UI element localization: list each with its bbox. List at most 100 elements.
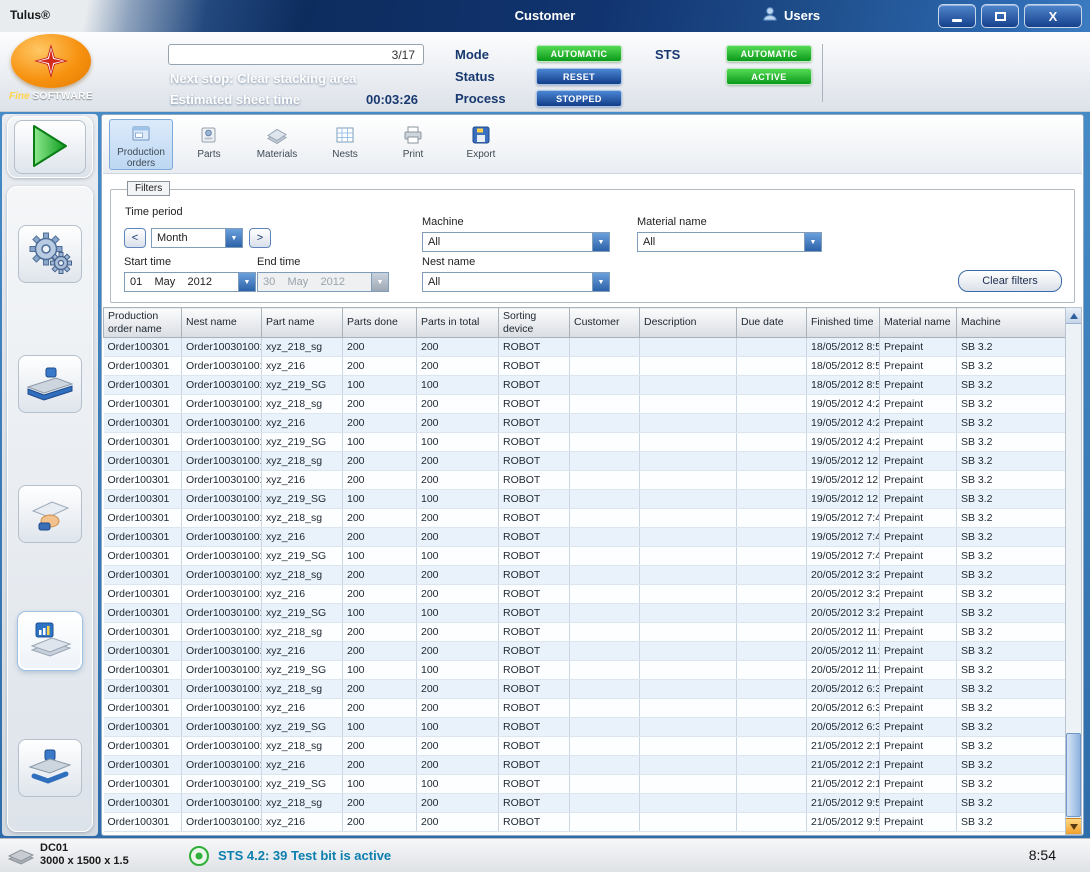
scroll-down-button[interactable]: [1066, 818, 1081, 834]
table-cell: 18/05/2012 8:51: [807, 338, 880, 357]
sidebar-settings-button[interactable]: [18, 225, 82, 283]
table-row[interactable]: Order100301Order100301001xyz_218_sg20020…: [104, 680, 1066, 699]
table-row[interactable]: Order100301Order100301001xyz_219_SG10010…: [104, 604, 1066, 623]
table-cell: 100: [343, 547, 417, 566]
column-header[interactable]: Due date: [737, 308, 807, 338]
next-period-button[interactable]: >: [249, 228, 271, 248]
toolbar-parts[interactable]: Parts: [177, 119, 241, 170]
material-name-select[interactable]: All ▼: [637, 232, 822, 252]
previous-period-button[interactable]: <: [124, 228, 146, 248]
table-row[interactable]: Order100301Order100301001xyz_216200200RO…: [104, 585, 1066, 604]
table-row[interactable]: Order100301Order100301001xyz_218_sg20020…: [104, 395, 1066, 414]
column-header[interactable]: Material name: [880, 308, 957, 338]
table-row[interactable]: Order100301Order100301001xyz_218_sg20020…: [104, 737, 1066, 756]
table-cell: Order100301: [104, 585, 182, 604]
toolbar-nests[interactable]: Nests: [313, 119, 377, 170]
sidebar-reports-button[interactable]: [18, 612, 82, 670]
process-stopped-button[interactable]: STOPPED: [536, 90, 622, 107]
clear-filters-button[interactable]: Clear filters: [958, 270, 1062, 292]
sidebar-sorting-button[interactable]: [18, 485, 82, 543]
time-period-select[interactable]: Month ▼: [151, 228, 243, 248]
close-button[interactable]: X: [1024, 4, 1082, 28]
table-row[interactable]: Order100301Order100301001xyz_219_SG10010…: [104, 775, 1066, 794]
dropdown-arrow-icon: ▼: [371, 273, 388, 291]
table-cell: [737, 794, 807, 813]
toolbar-materials[interactable]: Materials: [245, 119, 309, 170]
sts-automatic-button[interactable]: AUTOMATIC: [726, 45, 812, 62]
column-header[interactable]: Customer: [570, 308, 640, 338]
table-cell: 200: [417, 813, 499, 832]
table-cell: 100: [417, 490, 499, 509]
column-header[interactable]: Parts in total: [417, 308, 499, 338]
table-cell: ROBOT: [499, 433, 570, 452]
table-cell: 20/05/2012 3:23: [807, 585, 880, 604]
table-cell: [570, 566, 640, 585]
table-row[interactable]: Order100301Order100301001xyz_219_SG10010…: [104, 718, 1066, 737]
table-cell: xyz_219_SG: [262, 547, 343, 566]
table-cell: 200: [417, 471, 499, 490]
table-cell: Order100301001: [182, 547, 262, 566]
mode-automatic-button[interactable]: AUTOMATIC: [536, 45, 622, 62]
table-cell: 19/05/2012 4:29: [807, 414, 880, 433]
vertical-scrollbar[interactable]: [1065, 307, 1082, 835]
table-row[interactable]: Order100301Order100301001xyz_216200200RO…: [104, 699, 1066, 718]
table-row[interactable]: Order100301Order100301001xyz_216200200RO…: [104, 414, 1066, 433]
user-icon: [762, 6, 778, 25]
table-row[interactable]: Order100301Order100301001xyz_219_SG10010…: [104, 547, 1066, 566]
table-cell: [737, 471, 807, 490]
table-row[interactable]: Order100301Order100301001xyz_216200200RO…: [104, 528, 1066, 547]
table-row[interactable]: Order100301Order100301001xyz_218_sg20020…: [104, 509, 1066, 528]
start-time-select[interactable]: 01 May 2012 ▼: [124, 272, 256, 292]
table-row[interactable]: Order100301Order100301001xyz_218_sg20020…: [104, 623, 1066, 642]
machine-select[interactable]: All ▼: [422, 232, 610, 252]
table-row[interactable]: Order100301Order100301001xyz_216200200RO…: [104, 756, 1066, 775]
table-row[interactable]: Order100301Order100301001xyz_218_sg20020…: [104, 794, 1066, 813]
column-header[interactable]: Parts done: [343, 308, 417, 338]
toolbar-print[interactable]: Print: [381, 119, 445, 170]
status-indicator-icon[interactable]: [188, 845, 210, 872]
table-cell: [737, 642, 807, 661]
table-cell: 200: [343, 452, 417, 471]
sts-active-button[interactable]: ACTIVE: [726, 68, 812, 85]
table-cell: Order100301: [104, 433, 182, 452]
column-header[interactable]: Finished time: [807, 308, 880, 338]
column-header[interactable]: Part name: [262, 308, 343, 338]
table-row[interactable]: Order100301Order100301001xyz_219_SG10010…: [104, 433, 1066, 452]
table-row[interactable]: Order100301Order100301001xyz_219_SG10010…: [104, 661, 1066, 680]
users-menu[interactable]: Users: [762, 6, 820, 25]
table-cell: [570, 756, 640, 775]
table-row[interactable]: Order100301Order100301001xyz_218_sg20020…: [104, 338, 1066, 357]
scroll-up-button[interactable]: [1066, 308, 1081, 324]
sidebar-machine-button[interactable]: [18, 355, 82, 413]
table-cell: SB 3.2: [957, 547, 1066, 566]
column-header[interactable]: Production order name: [104, 308, 182, 338]
table-row[interactable]: Order100301Order100301001xyz_218_sg20020…: [104, 452, 1066, 471]
table-row[interactable]: Order100301Order100301001xyz_219_SG10010…: [104, 376, 1066, 395]
table-row[interactable]: Order100301Order100301001xyz_216200200RO…: [104, 357, 1066, 376]
table-row[interactable]: Order100301Order100301001xyz_216200200RO…: [104, 642, 1066, 661]
table-cell: Order100301: [104, 794, 182, 813]
column-header[interactable]: Description: [640, 308, 737, 338]
table-cell: ROBOT: [499, 775, 570, 794]
status-reset-button[interactable]: RESET: [536, 68, 622, 85]
table-row[interactable]: Order100301Order100301001xyz_216200200RO…: [104, 813, 1066, 832]
table-cell: [570, 490, 640, 509]
table-cell: Order100301001: [182, 661, 262, 680]
scrollbar-thumb[interactable]: [1066, 733, 1081, 817]
table-row[interactable]: Order100301Order100301001xyz_216200200RO…: [104, 471, 1066, 490]
table-row[interactable]: Order100301Order100301001xyz_219_SG10010…: [104, 490, 1066, 509]
start-button[interactable]: [14, 120, 86, 174]
table-row[interactable]: Order100301Order100301001xyz_218_sg20020…: [104, 566, 1066, 585]
dropdown-arrow-icon: ▼: [804, 233, 821, 251]
column-header[interactable]: Nest name: [182, 308, 262, 338]
nest-name-select[interactable]: All ▼: [422, 272, 610, 292]
column-header[interactable]: Sorting device: [499, 308, 570, 338]
sidebar-stacking-button[interactable]: [18, 739, 82, 797]
column-header[interactable]: Machine: [957, 308, 1066, 338]
maximize-button[interactable]: [981, 4, 1019, 28]
material-name-filter-label: Material name: [637, 216, 707, 228]
sheet-counter-field[interactable]: 3/17: [168, 44, 424, 65]
minimize-button[interactable]: [938, 4, 976, 28]
toolbar-production-orders[interactable]: Production orders: [109, 119, 173, 170]
toolbar-export[interactable]: Export: [449, 119, 513, 170]
